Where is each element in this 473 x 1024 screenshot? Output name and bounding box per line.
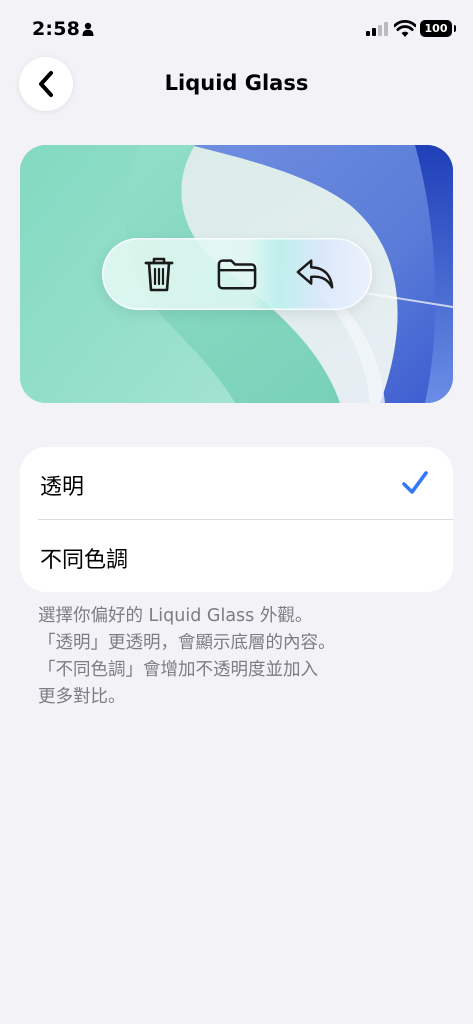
status-time: 2:58 [32,18,81,40]
status-bar: 2:58 100 [0,0,473,56]
description-line: 「透明」更透明，會顯示底層的內容。 [38,633,336,653]
option-label: 透明 [40,475,85,500]
page-title: Liquid Glass [164,71,309,95]
reply-icon [295,254,335,294]
description-line: 更多對比。 [38,687,126,707]
battery-level: 100 [424,22,448,35]
folder-icon [217,254,257,294]
option-label: 不同色調 [40,548,129,573]
description-text: 選擇你偏好的 Liquid Glass 外觀。 「透明」更透明，會顯示底層的內容… [38,603,438,711]
person-icon [82,22,94,36]
option-transparent[interactable]: 透明 [20,447,453,519]
wifi-icon [394,20,416,37]
description-line: 選擇你偏好的 Liquid Glass 外觀。 [38,606,313,626]
option-tinted[interactable]: 不同色調 [20,520,453,592]
appearance-options: 透明 不同色調 [20,447,453,592]
battery-icon: 100 [420,20,456,37]
description-line: 「不同色調」會增加不透明度並加入 [38,660,318,680]
liquid-glass-preview [20,145,453,403]
glass-toolbar [102,238,372,310]
cellular-signal-icon [366,22,388,36]
trash-icon [139,254,179,294]
checkmark-icon [402,471,428,494]
